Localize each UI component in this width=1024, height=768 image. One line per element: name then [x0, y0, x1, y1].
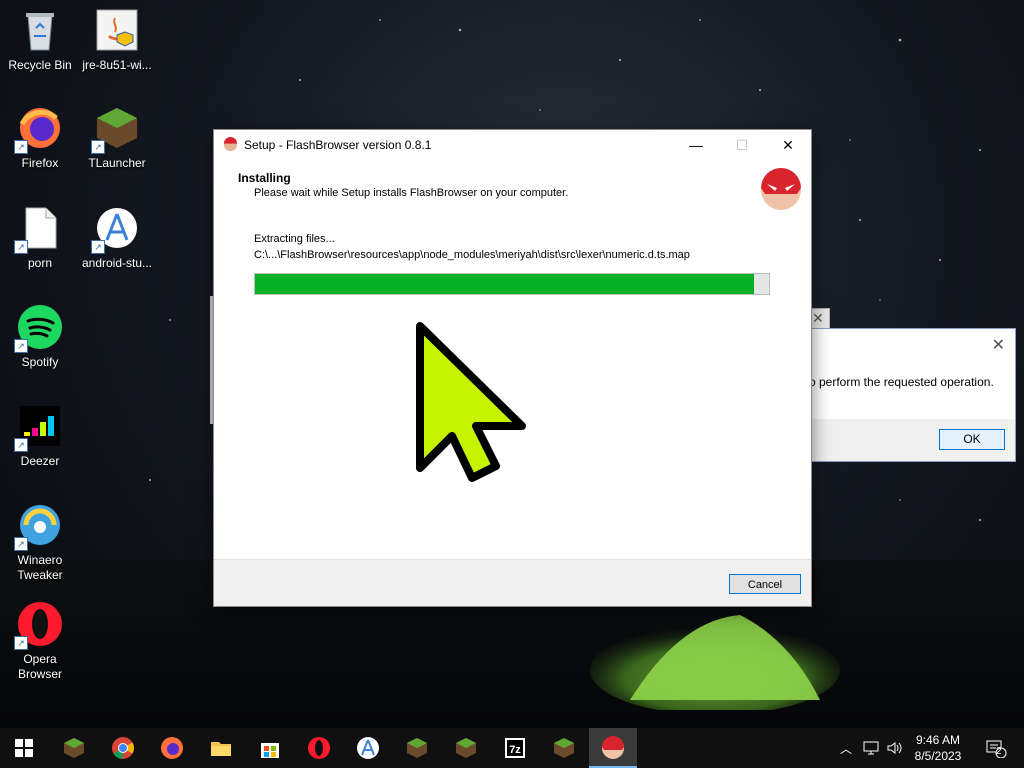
recycle-bin-icon[interactable]: Recycle Bin — [0, 6, 80, 73]
shortcut-arrow-icon: ↗ — [14, 438, 28, 452]
taskbar-opera[interactable] — [295, 728, 343, 768]
shortcut-arrow-icon: ↗ — [14, 240, 28, 254]
firefox-icon[interactable]: ↗ Firefox — [0, 104, 80, 171]
spotify-icon[interactable]: ↗ Spotify — [0, 303, 80, 370]
error-dialog-ok-button[interactable]: OK — [939, 429, 1005, 450]
android-studio-label: android-stu... — [81, 256, 153, 270]
windows-logo-icon — [15, 739, 33, 757]
taskbar-minecraft-2[interactable] — [393, 728, 441, 768]
porn-file-label: porn — [27, 256, 53, 270]
flashbrowser-logo-icon — [761, 168, 801, 210]
opera-browser-label: Opera Browser — [17, 652, 62, 681]
install-progress-fill — [255, 274, 754, 294]
taskbar-store[interactable] — [246, 728, 294, 768]
taskbar-minecraft-3[interactable] — [442, 728, 490, 768]
minecraft-icon — [407, 738, 427, 758]
android-studio-icon[interactable]: ↗ android-stu... — [77, 204, 157, 271]
jre-installer-label: jre-8u51-wi... — [82, 58, 152, 72]
minecraft-icon — [64, 738, 84, 758]
setup-heading: Installing — [238, 171, 291, 185]
setup-subheading: Please wait while Setup installs FlashBr… — [254, 187, 569, 199]
flashbrowser-app-icon — [223, 137, 238, 152]
shortcut-arrow-icon: ↗ — [14, 636, 28, 650]
error-dialog-close-button[interactable]: ✕ — [992, 335, 1005, 355]
taskbar-android-studio[interactable] — [344, 728, 392, 768]
minecraft-icon — [554, 738, 574, 758]
volume-icon[interactable] — [884, 728, 906, 768]
winaero-tweaker-icon[interactable]: ↗ Winaero Tweaker — [0, 501, 80, 583]
porn-file-icon[interactable]: ↗ porn — [0, 204, 80, 271]
winaero-tweaker-label: Winaero Tweaker — [17, 553, 63, 582]
start-button[interactable] — [0, 728, 48, 768]
setup-header: Installing Please wait while Setup insta… — [214, 160, 811, 216]
shortcut-arrow-icon: ↗ — [91, 240, 105, 254]
close-button[interactable]: ✕ — [765, 130, 811, 160]
chrome-icon — [112, 737, 134, 759]
tlauncher-icon[interactable]: ↗ TLauncher — [77, 104, 157, 171]
opera-icon — [308, 737, 330, 759]
minimize-button[interactable]: — — [673, 130, 719, 160]
7zip-icon: 7z — [505, 738, 525, 758]
tent-glow — [590, 615, 840, 710]
store-icon — [261, 743, 279, 758]
recycle-bin-label: Recycle Bin — [8, 58, 72, 72]
maximize-button[interactable]: ☐ — [719, 130, 765, 160]
opera-browser-icon[interactable]: ↗ Opera Browser — [0, 600, 80, 682]
deezer-icon[interactable]: ↗ Deezer — [0, 402, 80, 469]
taskbar-file-explorer[interactable] — [197, 728, 245, 768]
taskbar-minecraft-4[interactable] — [540, 728, 588, 768]
spotify-label: Spotify — [21, 355, 59, 369]
deezer-label: Deezer — [20, 454, 60, 468]
error-dialog-message: o perform the requested operation. — [809, 375, 994, 389]
taskbar-7zip[interactable]: 7z — [491, 728, 539, 768]
jre-installer-icon[interactable]: jre-8u51-wi... — [77, 6, 157, 73]
mouse-cursor-icon — [416, 322, 526, 482]
notification-count: 2 — [996, 746, 1002, 757]
extracting-status: Extracting files... — [254, 233, 335, 245]
cancel-button[interactable]: Cancel — [729, 574, 801, 594]
network-icon[interactable] — [860, 728, 882, 768]
taskbar-chrome[interactable] — [99, 728, 147, 768]
taskbar-minecraft-1[interactable] — [50, 728, 98, 768]
install-progress-bar — [254, 273, 770, 295]
firefox-label: Firefox — [21, 156, 59, 170]
shortcut-arrow-icon: ↗ — [14, 537, 28, 551]
action-center-button[interactable]: 2 — [976, 728, 1016, 768]
extracting-file-path: C:\...\FlashBrowser\resources\app\node_m… — [254, 249, 690, 261]
minecraft-icon — [456, 738, 476, 758]
setup-titlebar[interactable]: Setup - FlashBrowser version 0.8.1 — ☐ ✕ — [214, 130, 811, 160]
error-dialog-footer: OK — [809, 419, 1015, 461]
shortcut-arrow-icon: ↗ — [91, 140, 105, 154]
android-studio-icon — [357, 737, 379, 759]
system-clock[interactable]: 9:46 AM 8/5/2023 — [906, 732, 970, 764]
taskbar-flashbrowser-setup[interactable] — [589, 728, 637, 768]
error-dialog: ✕ o perform the requested operation. OK — [808, 328, 1016, 462]
taskbar: 7z ︿ 9:46 AM 8/5/2023 2 — [0, 728, 1024, 768]
flashbrowser-icon — [602, 736, 624, 759]
clock-time: 9:46 AM — [915, 733, 961, 747]
shortcut-arrow-icon: ↗ — [14, 140, 28, 154]
show-hidden-icons-button[interactable]: ︿ — [836, 728, 856, 768]
firefox-icon — [161, 737, 183, 759]
setup-window-title: Setup - FlashBrowser version 0.8.1 — [244, 138, 432, 152]
tlauncher-label: TLauncher — [88, 156, 146, 170]
taskbar-firefox[interactable] — [148, 728, 196, 768]
clock-date: 8/5/2023 — [914, 749, 962, 763]
setup-footer: Cancel — [214, 559, 811, 606]
shortcut-arrow-icon: ↗ — [14, 339, 28, 353]
folder-icon — [211, 742, 231, 756]
svg-text:7z: 7z — [509, 744, 521, 756]
